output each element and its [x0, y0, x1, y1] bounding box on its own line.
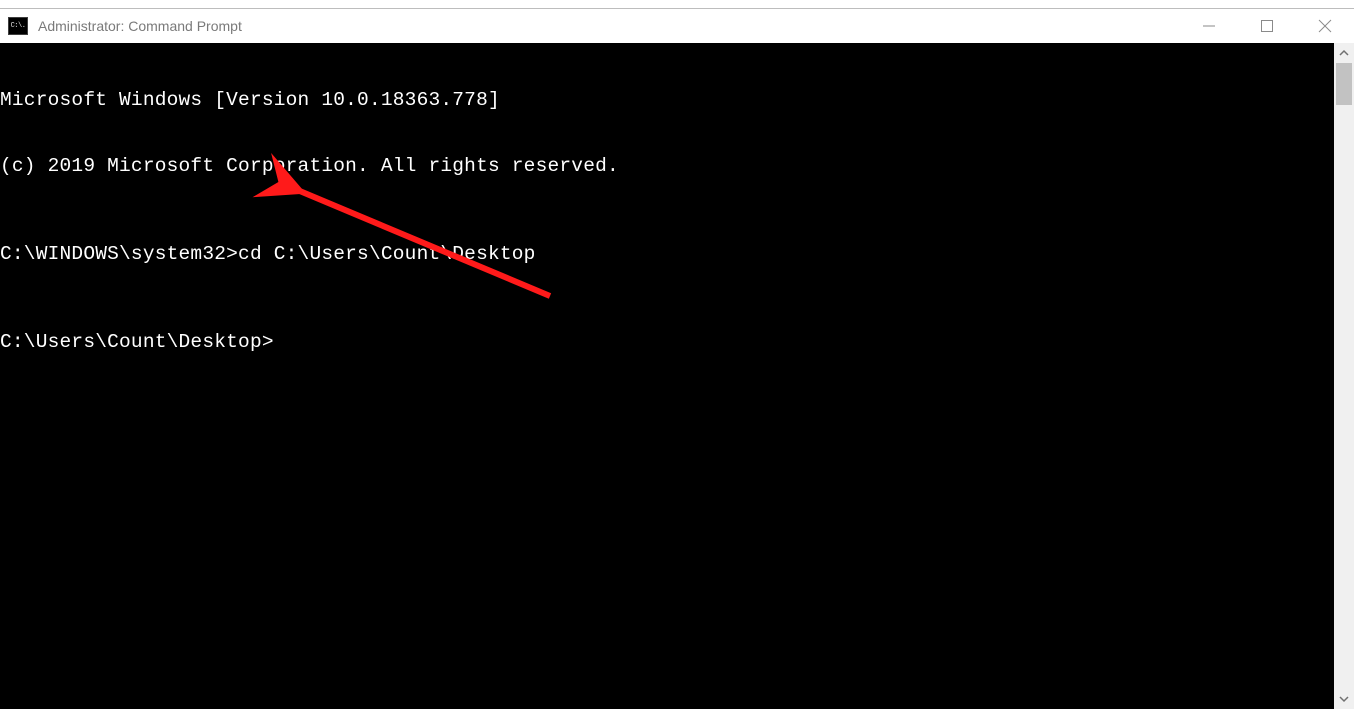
cmd-icon: C:\.: [8, 17, 28, 35]
terminal-line: C:\WINDOWS\system32>cd C:\Users\Count\De…: [0, 243, 1334, 265]
command-prompt-window: C:\. Administrator: Command Prompt Micro…: [0, 8, 1354, 708]
client-area: Microsoft Windows [Version 10.0.18363.77…: [0, 43, 1354, 709]
scroll-track[interactable]: [1334, 63, 1354, 689]
scroll-down-button[interactable]: [1334, 689, 1354, 709]
vertical-scrollbar[interactable]: [1334, 43, 1354, 709]
minimize-button[interactable]: [1180, 9, 1238, 43]
close-button[interactable]: [1296, 9, 1354, 43]
cmd-icon-glyph: C:\.: [11, 23, 26, 30]
scroll-thumb[interactable]: [1336, 63, 1352, 105]
terminal-prompt: C:\Users\Count\Desktop>: [0, 331, 1334, 353]
maximize-button[interactable]: [1238, 9, 1296, 43]
terminal-output[interactable]: Microsoft Windows [Version 10.0.18363.77…: [0, 43, 1334, 709]
window-title: Administrator: Command Prompt: [38, 18, 242, 34]
window-controls: [1180, 9, 1354, 43]
terminal-line: Microsoft Windows [Version 10.0.18363.77…: [0, 89, 1334, 111]
scroll-up-button[interactable]: [1334, 43, 1354, 63]
terminal-line: (c) 2019 Microsoft Corporation. All righ…: [0, 155, 1334, 177]
titlebar[interactable]: C:\. Administrator: Command Prompt: [0, 9, 1354, 43]
